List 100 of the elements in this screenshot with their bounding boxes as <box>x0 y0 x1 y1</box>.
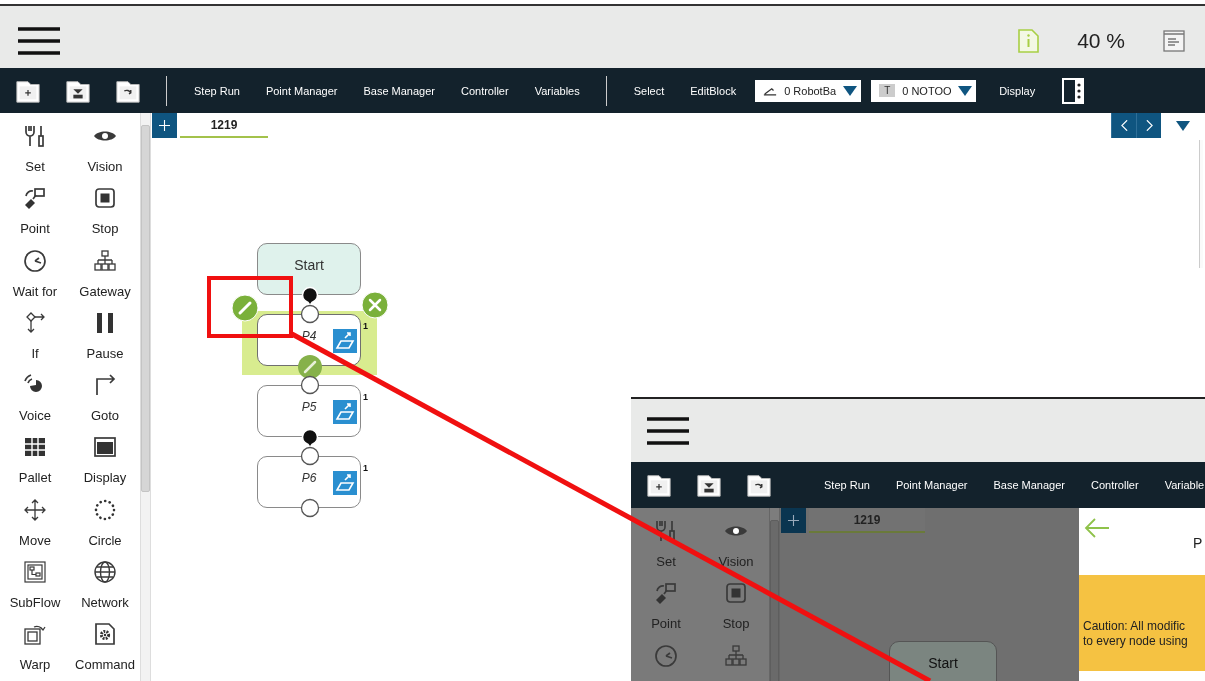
point-move-icon <box>333 329 357 353</box>
input-port-icon[interactable] <box>300 446 320 466</box>
hierarchy-icon <box>724 643 748 668</box>
palette-button[interactable]: Wait for <box>12 248 58 299</box>
back-arrow-icon <box>1084 518 1110 538</box>
toolbar-button[interactable]: Step Run <box>811 479 883 491</box>
palette-button[interactable]: Display <box>83 435 127 486</box>
folder-plus-icon <box>646 472 672 498</box>
palette-button[interactable]: Stop <box>722 581 750 632</box>
count-label: 1 <box>363 463 368 473</box>
point-node[interactable]: P6 <box>257 456 361 508</box>
slash-circle-icon <box>297 354 323 380</box>
palette-button[interactable]: Gateway <box>79 248 131 299</box>
caution-text: Caution: All modific <box>1083 619 1187 634</box>
previous-button[interactable] <box>1111 113 1136 138</box>
palette-button[interactable]: Set <box>654 519 678 569</box>
chevron-left-icon <box>1120 120 1128 131</box>
palette-button[interactable]: Move <box>19 497 51 548</box>
close-icon <box>361 291 389 319</box>
corner-arrow-icon <box>93 373 117 398</box>
caret-icon <box>1176 120 1190 131</box>
palette-button[interactable]: Pallet <box>18 435 52 486</box>
start-node[interactable]: Start <box>257 243 361 295</box>
scrollbar-thumb[interactable] <box>141 125 150 492</box>
toolbar-button[interactable]: Controller <box>1077 479 1152 491</box>
caret-icon <box>958 85 973 96</box>
palette-button[interactable]: Point <box>651 581 681 632</box>
caution-text: to every node using <box>1083 634 1189 649</box>
palette-button[interactable]: Warp <box>19 622 51 673</box>
toolbar-button[interactable]: EditBlock <box>677 84 750 97</box>
input-port-icon[interactable] <box>300 375 320 395</box>
gear-document-icon <box>93 622 117 647</box>
count-label: 1 <box>363 321 368 331</box>
count-label: 1 <box>363 392 368 402</box>
tool-dropdown[interactable]: T 0 NOTOO <box>871 79 977 102</box>
output-port-icon[interactable] <box>301 428 319 446</box>
start-node[interactable]: Start <box>889 641 997 681</box>
palette-button[interactable]: Vision <box>718 519 754 569</box>
panel-layout-icon <box>1062 77 1085 104</box>
toolbar-button[interactable]: Variable <box>1151 479 1205 491</box>
toolbar-button[interactable]: Base Manager <box>350 84 448 97</box>
toolbar-button[interactable]: Point Manager <box>882 479 981 491</box>
add-tab-button[interactable] <box>152 113 177 138</box>
palette-button[interactable]: SubFlow <box>9 560 61 611</box>
edit-button[interactable] <box>231 294 259 322</box>
palette-button[interactable]: Goto <box>90 373 120 424</box>
point-node[interactable]: P5 <box>257 385 361 437</box>
toolbar-button[interactable]: Controller <box>447 84 522 97</box>
folder-arrow-icon <box>746 472 772 498</box>
robot-arm-icon <box>654 581 678 606</box>
globe-icon <box>93 560 117 585</box>
plus-icon <box>159 120 170 131</box>
point-move-icon <box>333 400 357 424</box>
input-port-icon[interactable] <box>300 498 320 518</box>
toolbar-button[interactable]: Select <box>620 84 678 97</box>
delete-button[interactable] <box>361 291 389 319</box>
palette-button[interactable]: Stop <box>91 186 119 237</box>
palette-button[interactable]: Voice <box>19 373 51 424</box>
input-port-icon[interactable] <box>300 304 320 324</box>
scrollbar-thumb[interactable] <box>770 520 779 681</box>
toolbar-button[interactable]: Variables <box>521 84 593 97</box>
palette-button[interactable]: Set <box>23 124 47 174</box>
hierarchy-icon <box>93 248 117 273</box>
next-button[interactable] <box>1136 113 1161 138</box>
clock-icon <box>654 643 678 668</box>
menu-icon <box>18 27 60 55</box>
toolbar-button[interactable]: Base Manager <box>980 479 1078 491</box>
add-tab-button[interactable] <box>781 508 806 533</box>
toolbar-button[interactable]: Step Run <box>181 84 253 97</box>
info-icon <box>1018 29 1040 53</box>
palette-button[interactable]: Vision <box>87 124 123 174</box>
robot-arm-icon <box>23 186 47 211</box>
caret-icon <box>843 85 858 96</box>
palette-button[interactable]: Circle <box>88 497 122 548</box>
chevron-right-icon <box>1145 120 1153 131</box>
tool-badge: T <box>879 84 896 97</box>
nested-diagram-icon <box>23 560 47 585</box>
move-arrows-icon <box>23 497 47 522</box>
palette-button[interactable]: Network <box>81 560 129 611</box>
base-dropdown[interactable]: 0 RobotBa <box>755 79 862 102</box>
palette-button[interactable]: Pause <box>86 310 124 361</box>
point-move-icon <box>333 471 357 495</box>
menu-icon <box>647 416 689 445</box>
plus-icon <box>788 515 799 526</box>
document-icon <box>1163 30 1185 52</box>
zoom-level: 40 % <box>1077 29 1125 53</box>
palette-button[interactable]: Command <box>75 622 135 673</box>
wrench-screwdriver-icon <box>654 519 678 543</box>
dotted-circle-icon <box>93 497 117 522</box>
toolbar-button[interactable]: Display <box>986 84 1049 97</box>
disconnect-button[interactable] <box>297 354 323 380</box>
output-port-icon[interactable] <box>301 286 319 304</box>
stop-icon <box>724 581 748 606</box>
folder-down-icon <box>696 472 722 498</box>
pencil-icon <box>231 294 259 322</box>
palette-button[interactable]: If <box>23 310 47 361</box>
window-icon <box>93 435 117 460</box>
toolbar-button[interactable]: Point Manager <box>252 84 351 97</box>
palette-button[interactable]: Point <box>20 186 50 237</box>
stop-icon <box>93 186 117 211</box>
